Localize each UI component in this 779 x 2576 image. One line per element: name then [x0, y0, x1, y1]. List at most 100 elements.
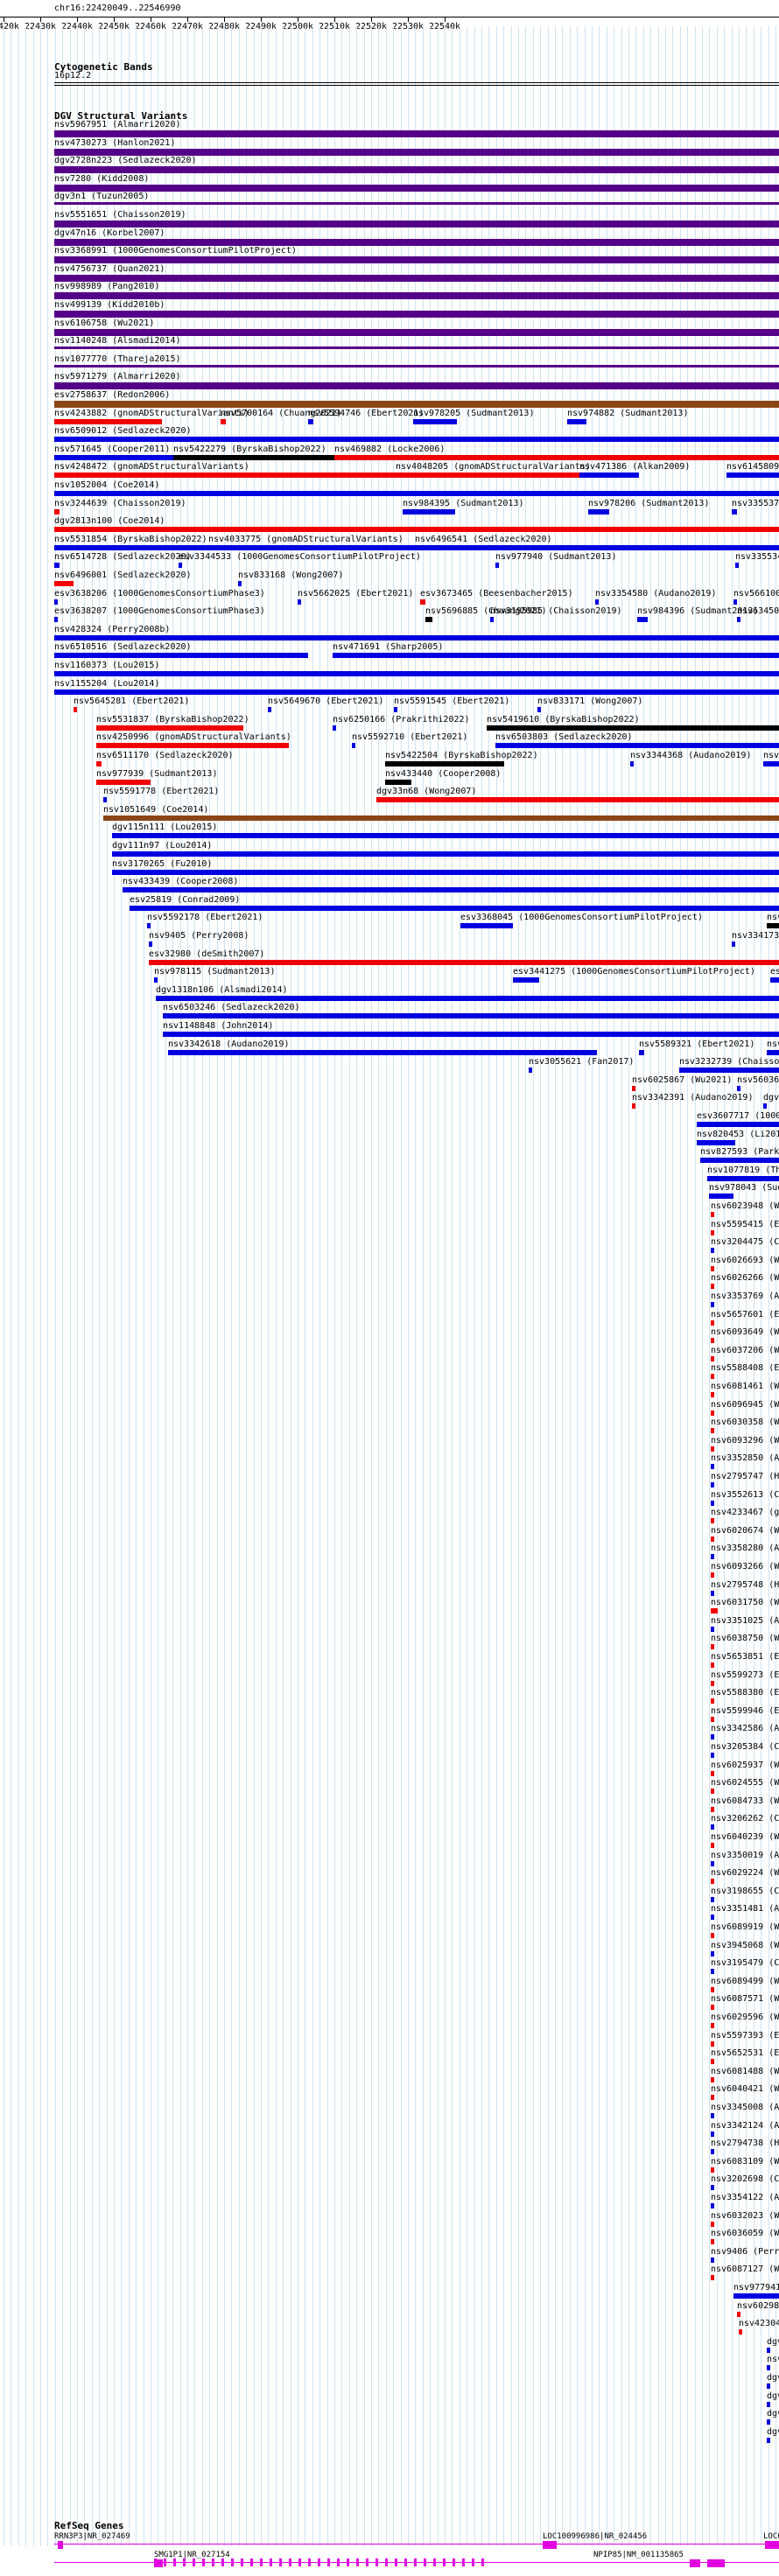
sv-feature-bar[interactable]	[737, 617, 740, 623]
sv-feature-bar[interactable]	[490, 617, 494, 623]
gene-exon[interactable]	[164, 2558, 166, 2566]
sv-feature-bar[interactable]	[726, 472, 779, 479]
sv-feature-bar[interactable]	[711, 1753, 714, 1758]
sv-feature-bar[interactable]	[130, 905, 779, 911]
sv-feature-label[interactable]: nsv5592178 (Ebert2021)	[147, 913, 263, 923]
sv-feature-bar[interactable]	[495, 563, 499, 569]
sv-feature-bar[interactable]	[334, 454, 779, 460]
sv-feature-label[interactable]: nsv3205384 (Chaiss	[711, 1742, 779, 1753]
sv-feature-label[interactable]: dgv3n1 (Tuzun2005)	[54, 192, 149, 202]
sv-feature-bar[interactable]	[308, 418, 313, 424]
sv-feature-bar[interactable]	[112, 833, 779, 839]
sv-feature-bar[interactable]	[711, 2239, 714, 2245]
sv-feature-label[interactable]: dgv1318n106 (Alsmadi2014)	[156, 985, 288, 996]
sv-feature-bar[interactable]	[767, 1049, 779, 1055]
sv-feature-label[interactable]: nsv3198655 (Chaiss	[711, 1886, 779, 1897]
sv-feature-bar[interactable]	[732, 508, 737, 514]
sv-feature-label[interactable]: nsv5531837 (ByrskaBishop2022)	[96, 715, 249, 725]
sv-feature-label[interactable]: nsv6093266 (Wu2021	[711, 1562, 779, 1572]
sv-feature-label[interactable]: nsv5422504 (ByrskaBishop2022)	[385, 751, 538, 761]
sv-feature-bar[interactable]	[460, 923, 513, 929]
sv-feature-label[interactable]: nsv5591545 (Ebert2021)	[394, 696, 509, 707]
gene-exon[interactable]	[308, 2558, 311, 2566]
sv-feature-bar[interactable]	[711, 1843, 714, 1848]
sv-feature-bar[interactable]	[376, 797, 779, 803]
sv-feature-label[interactable]: nsv4230427 (	[739, 2319, 779, 2329]
sv-feature-label[interactable]: nsv3345008 (Audano	[711, 2103, 779, 2113]
sv-feature-label[interactable]: nsv5649670 (Ebert2021)	[268, 696, 383, 707]
sv-feature-label[interactable]: nsv1051649 (Coe2014)	[103, 805, 208, 816]
sv-feature-bar[interactable]	[711, 1716, 714, 1722]
sv-feature-label[interactable]: nsv3351481 (Audano	[711, 1904, 779, 1914]
sv-feature-bar[interactable]	[711, 1392, 714, 1397]
gene-exon[interactable]	[58, 2541, 63, 2549]
sv-feature-label[interactable]: nsv6093296 (Wu2021	[711, 1436, 779, 1446]
sv-feature-bar[interactable]	[707, 1175, 779, 1181]
sv-feature-bar[interactable]	[487, 724, 779, 731]
sv-feature-label[interactable]: nsv3232739 (Chaisson2	[679, 1057, 779, 1068]
gene-exon[interactable]	[250, 2558, 253, 2566]
gene-exon[interactable]	[212, 2558, 214, 2566]
sv-feature-bar[interactable]	[96, 761, 102, 766]
sv-feature-label[interactable]: nsv3350019 (Audano	[711, 1851, 779, 1861]
sv-feature-bar[interactable]	[711, 1374, 714, 1380]
gene-exon[interactable]	[318, 2558, 320, 2566]
sv-feature-label[interactable]: nsv433439 (Cooper2008)	[123, 877, 238, 887]
sv-feature-label[interactable]: dgv28	[767, 2427, 779, 2438]
sv-feature-bar[interactable]	[711, 1248, 714, 1254]
sv-feature-bar[interactable]	[711, 1284, 714, 1290]
sv-feature-label[interactable]: nsv571645 (Cooper2011)	[54, 444, 170, 455]
sv-feature-label[interactable]: nsv6345059 (W	[737, 606, 779, 617]
sv-feature-label[interactable]: nsv2795747 (Hudde	[711, 1472, 779, 1482]
sv-feature-label[interactable]: nsv3351025 (Audano	[711, 1616, 779, 1627]
sv-feature-bar[interactable]	[711, 1662, 714, 1668]
sv-feature-label[interactable]: nsv2794738 (Hudd	[711, 2138, 779, 2149]
gene-exon[interactable]	[765, 2541, 779, 2549]
sv-feature-bar[interactable]	[711, 2275, 714, 2281]
sv-feature-bar[interactable]	[711, 1500, 714, 1506]
sv-feature-label[interactable]: nsv5599946 (Ebert2	[711, 1706, 779, 1717]
sv-feature-bar[interactable]	[767, 2365, 770, 2371]
sv-feature-bar[interactable]	[221, 418, 226, 424]
gene-exon[interactable]	[543, 2541, 557, 2549]
sv-feature-label[interactable]: nsv1160373 (Lou2015)	[54, 661, 159, 671]
sv-feature-label[interactable]: nsv3354580 (Audano2019)	[595, 589, 716, 599]
sv-feature-bar[interactable]	[420, 598, 425, 605]
sv-feature-bar[interactable]	[54, 689, 779, 695]
gene-exon[interactable]	[443, 2558, 446, 2566]
sv-feature-bar[interactable]	[711, 1302, 714, 1307]
gene-exon[interactable]	[221, 2558, 224, 2566]
sv-feature-bar[interactable]	[711, 1482, 714, 1488]
sv-feature-bar[interactable]	[711, 1933, 714, 1938]
sv-feature-label[interactable]: nsv5657601 (Ebert20	[711, 1310, 779, 1320]
sv-feature-bar[interactable]	[711, 1896, 714, 1902]
sv-feature-bar[interactable]	[385, 779, 411, 785]
sv-feature-bar[interactable]	[333, 653, 779, 659]
sv-feature-bar[interactable]	[711, 1879, 714, 1885]
sv-feature-bar[interactable]	[54, 617, 58, 623]
sv-feature-label[interactable]: nsv6029596 (Wu202	[711, 2012, 779, 2023]
sv-feature-label[interactable]: nsv499139 (Kidd2010b)	[54, 300, 165, 311]
sv-feature-label[interactable]: dgv28	[767, 2409, 779, 2419]
sv-feature-bar[interactable]	[415, 544, 779, 550]
sv-feature-bar[interactable]	[711, 2059, 714, 2065]
gene-exon[interactable]	[395, 2558, 397, 2566]
sv-feature-bar[interactable]	[711, 2023, 714, 2028]
sv-feature-label[interactable]: esv32980 (deSmith2007)	[149, 949, 264, 960]
sv-feature-label[interactable]: nsv3342391 (Audano2019)	[632, 1093, 753, 1103]
sv-feature-bar[interactable]	[74, 707, 77, 713]
sv-feature-label[interactable]: nsv5652531 (Ebert	[711, 2048, 779, 2059]
sv-feature-label[interactable]: dgv111n97 (Lou2014)	[112, 841, 212, 851]
gene-exon[interactable]	[414, 2558, 417, 2566]
sv-feature-bar[interactable]	[413, 418, 457, 424]
sv-feature-bar[interactable]	[54, 472, 396, 479]
sv-feature-label[interactable]: nsv9405 (Perry2008)	[149, 931, 249, 942]
sv-feature-bar[interactable]	[770, 977, 779, 984]
sv-feature-label[interactable]: esv3607717 (1000Genom	[697, 1111, 779, 1122]
sv-feature-label[interactable]: nsv3342586 (Audano	[711, 1724, 779, 1734]
sv-feature-bar[interactable]	[54, 328, 779, 336]
gene-exon[interactable]	[279, 2558, 282, 2566]
sv-feature-bar[interactable]	[739, 2329, 742, 2335]
sv-feature-bar[interactable]	[737, 1085, 740, 1091]
gene-exon[interactable]	[202, 2558, 205, 2566]
